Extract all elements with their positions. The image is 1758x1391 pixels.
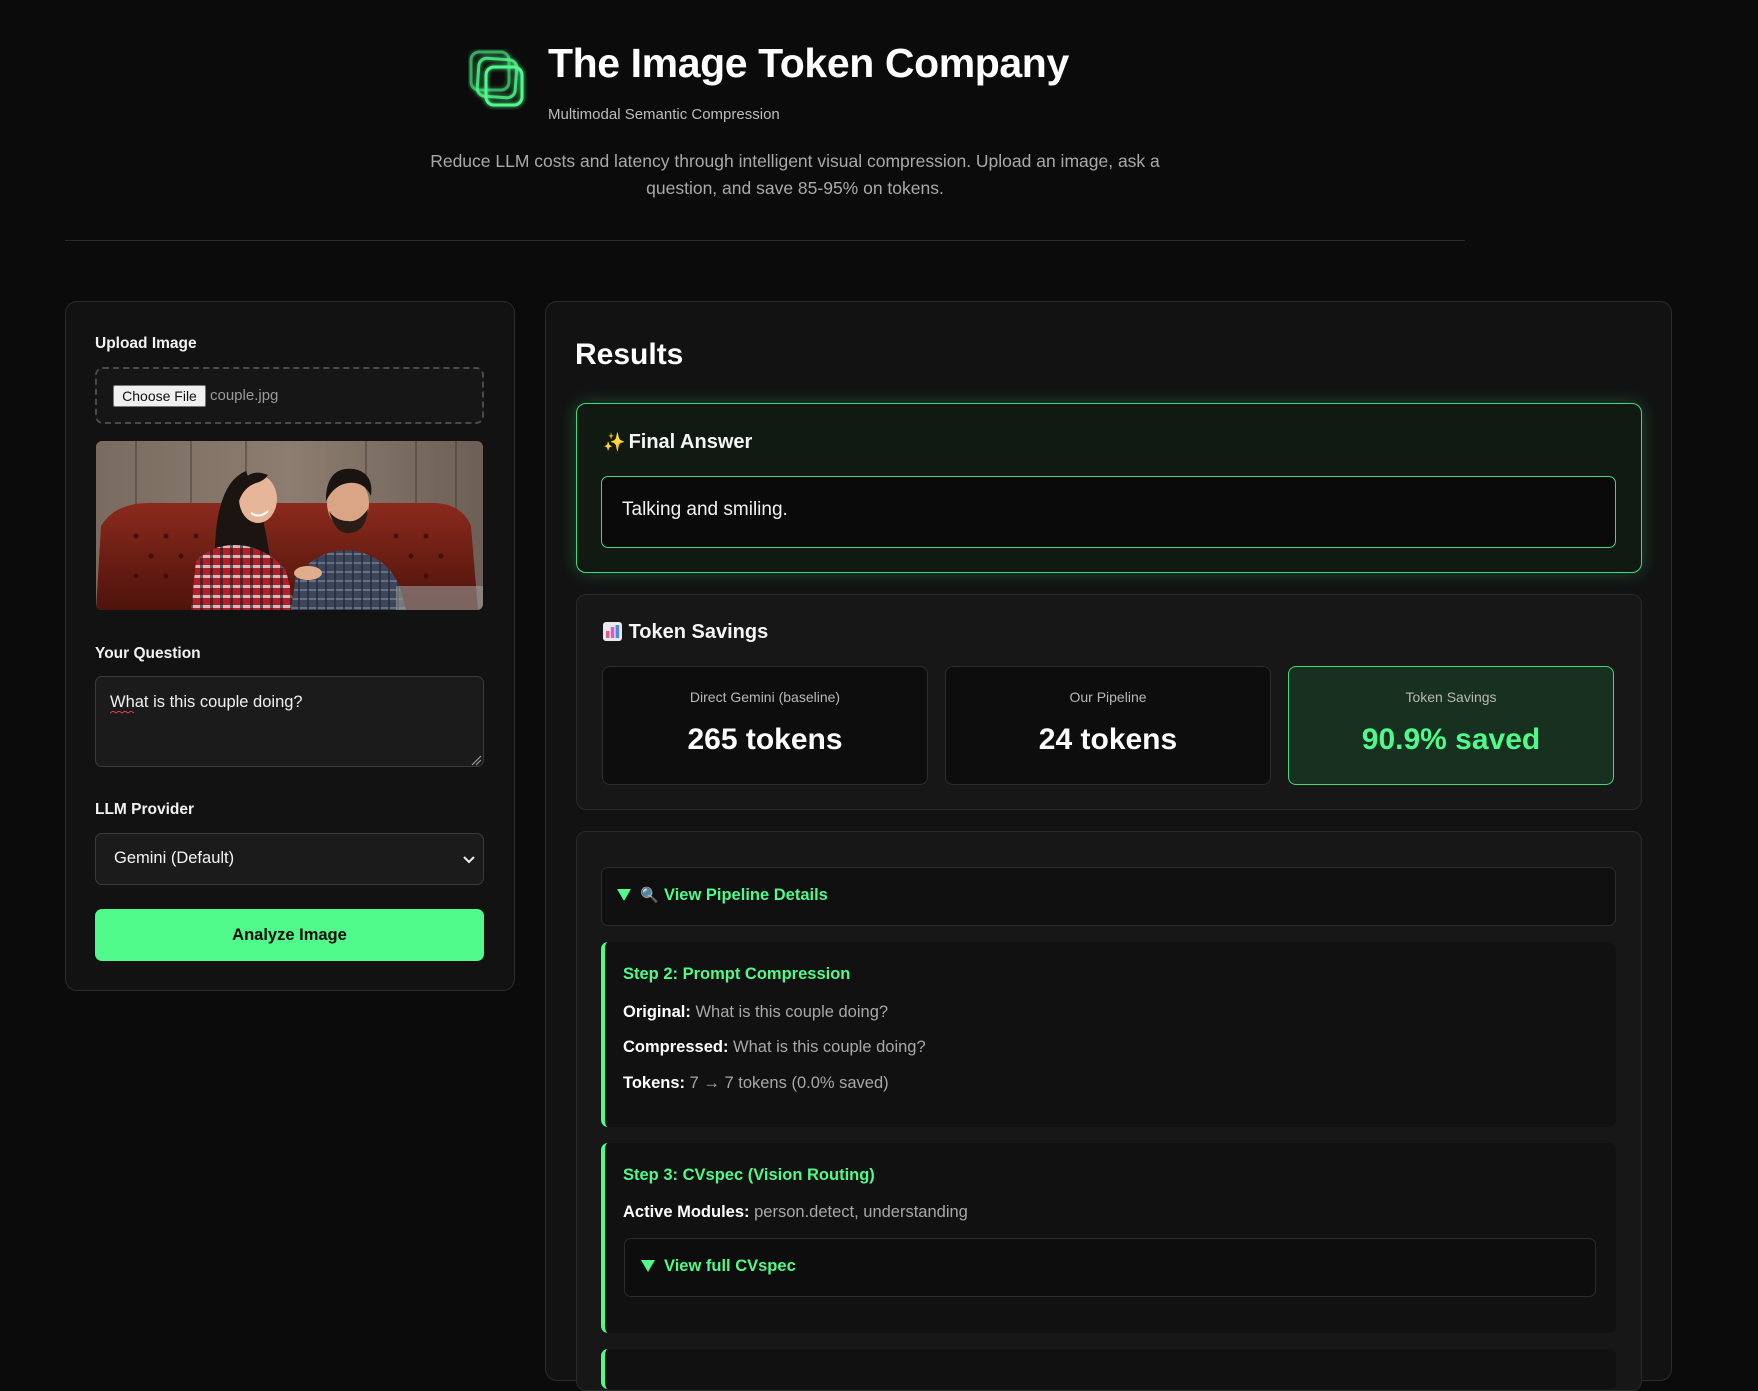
triangle-down-icon [641, 1259, 655, 1272]
analyze-image-button[interactable]: Analyze Image [95, 909, 484, 961]
choose-file-button[interactable]: Choose File [113, 385, 206, 407]
pipeline-details-summary[interactable]: 🔍 View Pipeline Details [617, 886, 828, 905]
upload-label: Upload Image [95, 335, 197, 352]
app-title: The Image Token Company [548, 40, 1069, 86]
token-savings-title: Token Savings [603, 621, 768, 644]
sparkles-icon: ✨ [603, 432, 626, 452]
stat-baseline: Direct Gemini (baseline) 265 tokens [602, 666, 928, 785]
tokens-value: 7 → 7 tokens (0.0% saved) [689, 1074, 889, 1092]
step2-title: Step 2: Prompt Compression [623, 965, 851, 983]
stat-label: Direct Gemini (baseline) [689, 689, 841, 705]
modules-value: person.detect, understanding [754, 1203, 968, 1221]
question-value: What is this couple doing? [110, 693, 303, 711]
selected-file-name: couple.jpg [210, 387, 279, 404]
stat-pipeline: Our Pipeline 24 tokens [945, 666, 1271, 785]
app-subtitle: Multimodal Semantic Compression [548, 106, 780, 123]
stat-label: Our Pipeline [1069, 689, 1147, 705]
spellcheck-underline [110, 711, 135, 714]
stat-value: 24 tokens [1038, 723, 1178, 756]
step2-compressed: Compressed: What is this couple doing? [623, 1038, 926, 1057]
stat-value: 90.9% saved [1361, 723, 1541, 756]
stat-value: 265 tokens [687, 723, 843, 756]
question-text: What is this couple doing? [110, 693, 303, 714]
modules-label: Active Modules: [623, 1203, 750, 1221]
stat-label: Token Savings [1405, 689, 1497, 705]
step3-modules: Active Modules: person.detect, understan… [623, 1203, 968, 1222]
triangle-down-icon [617, 888, 631, 901]
compressed-label: Compressed: [623, 1038, 729, 1056]
bar-chart-icon [603, 622, 623, 643]
chevron-down-icon [462, 853, 476, 865]
original-value: What is this couple doing? [695, 1003, 889, 1021]
magnifier-icon: 🔍 [640, 887, 659, 904]
final-answer-title: ✨ Final Answer [603, 431, 752, 454]
final-answer-title-text: Final Answer [628, 431, 753, 453]
tagline: Reduce LLM costs and latency through int… [430, 151, 1160, 198]
resize-grip-icon[interactable] [470, 753, 482, 766]
final-answer-text: Talking and smiling. [622, 499, 788, 520]
step3-title: Step 3: CVspec (Vision Routing) [623, 1166, 875, 1184]
pipeline-details-label: View Pipeline Details [664, 886, 828, 904]
question-textarea[interactable] [95, 676, 484, 767]
header-divider [65, 240, 1465, 241]
compressed-value: What is this couple doing? [733, 1038, 926, 1056]
cvspec-label: View full CVspec [664, 1257, 796, 1275]
step2-original: Original: What is this couple doing? [623, 1003, 888, 1022]
question-label: Your Question [95, 645, 201, 662]
tokens-label: Tokens: [623, 1074, 686, 1092]
provider-label: LLM Provider [95, 801, 195, 818]
results-title: Results [575, 338, 684, 371]
llm-provider-selected: Gemini (Default) [114, 849, 235, 867]
token-savings-title-text: Token Savings [628, 621, 769, 643]
cvspec-summary[interactable]: View full CVspec [641, 1257, 796, 1276]
step4-card [601, 1349, 1616, 1389]
original-label: Original: [623, 1003, 691, 1021]
image-preview [96, 441, 483, 610]
step2-tokens: Tokens: 7 → 7 tokens (0.0% saved) [623, 1074, 889, 1093]
stat-savings: Token Savings 90.9% saved [1288, 666, 1614, 785]
stacked-squares-logo-icon [468, 49, 528, 111]
